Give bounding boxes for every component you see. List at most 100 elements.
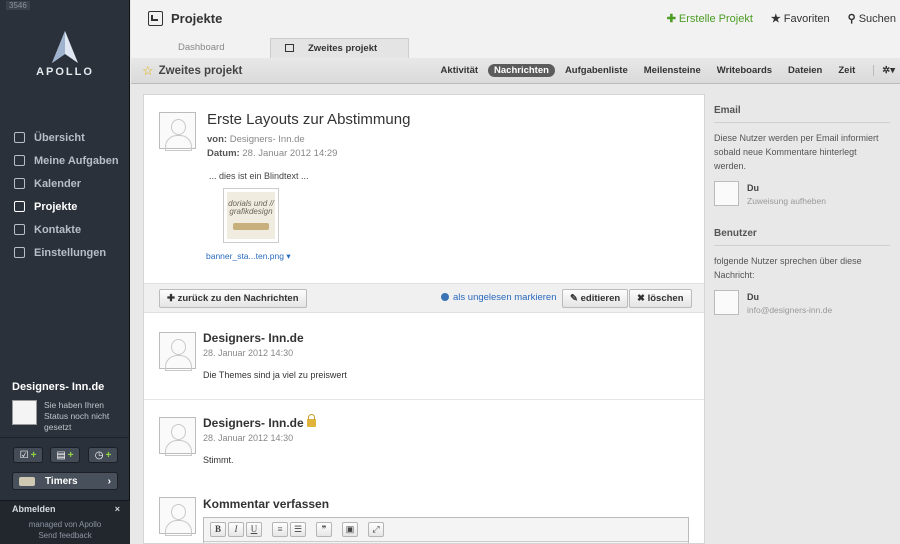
nav-writeboards[interactable]: Writeboards [717,65,772,76]
avatar [159,112,196,151]
project-nav: Aktivität Nachrichten Aufgabenliste Meil… [441,64,900,77]
nav-nachrichten[interactable]: Nachrichten [488,64,555,77]
ordered-list-icon[interactable]: ≡ [272,522,288,537]
chevron-down-icon: ▾ [286,251,291,261]
edit-label: editieren [580,293,621,304]
bullet-list-icon[interactable]: ☰ [290,522,306,537]
check-icon [14,155,25,166]
bold-button[interactable]: B [210,522,226,537]
star-icon[interactable]: ☆ [142,63,154,79]
nav-aufgabenliste[interactable]: Aufgabenliste [565,65,628,76]
delete-icon: ✖ [637,293,645,304]
topbar: Projekte ✚ Erstelle Projekt ★ Favoriten ⚲ S… [131,0,900,36]
settings-icon [14,247,25,258]
sidebar-item-einstellungen[interactable]: Einstellungen [14,241,119,264]
sidebar-item-label: Übersicht [34,131,85,144]
tab-label: Zweites projekt [308,43,378,54]
underline-button[interactable]: U [246,522,262,537]
participant-user: Du info@designers-inn.de [714,290,890,317]
message-panel: Erste Layouts zur Abstimmung von: Design… [143,94,705,544]
avatar [159,497,196,536]
nav-zeit[interactable]: Zeit [838,65,855,76]
comment-date: 28. Januar 2012 14:30 [203,348,294,358]
quote-icon[interactable]: ❞ [316,522,332,537]
gear-icon[interactable]: ✲▾ [873,65,895,76]
unassign-link[interactable]: Zuweisung aufheben [747,196,826,206]
comment-text: Die Themes sind ja viel zu preiswert [203,370,347,380]
sidebar-item-uebersicht[interactable]: Übersicht [14,126,119,149]
attachment-link[interactable]: banner_sta...ten.png ▾ [206,251,291,262]
logout-link[interactable]: Abmelden [12,504,56,514]
thumbnail-text: dorials und // grafikdesign [228,199,274,216]
comment: Designers- Inn.de 28. Januar 2012 14:30 … [144,315,704,400]
nav-aktivitaet[interactable]: Aktivität [441,65,478,76]
sidebar-item-projekte[interactable]: Projekte [14,195,119,218]
quick-add-task-button[interactable]: ☑ + [13,447,43,463]
contacts-icon [14,224,25,235]
avatar [714,290,739,315]
sidebar-item-kontakte[interactable]: Kontakte [14,218,119,241]
from-value: Designers- Inn.de [229,134,305,145]
mark-unread-link[interactable]: als ungelesen markieren [441,292,557,303]
sidebar: 3546 APOLLO Übersicht Meine Aufgaben Kal… [0,0,130,544]
page-title: Projekte [171,10,223,26]
quick-add-time-button[interactable]: ◷ + [88,447,118,463]
comment-author: Designers- Inn.de [203,414,316,430]
delete-button[interactable]: ✖ löschen [629,289,692,308]
comment-author-name: Designers- Inn.de [203,416,304,430]
participant-name: Du [747,292,759,302]
comment-author: Designers- Inn.de [203,331,304,345]
search-button[interactable]: ⚲ Suchen [848,12,896,25]
sidebar-footer: Abmelden × managed von Apollo Send feedb… [0,500,130,544]
overview-icon [14,132,25,143]
feedback-link[interactable]: Send feedback [0,530,130,541]
chevron-right-icon: › [107,475,111,487]
project-icon [285,44,294,52]
attachment-filename: banner_sta...ten.png [206,251,284,261]
timers-button[interactable]: Timers › [12,472,118,490]
project-subbar: ☆ Zweites projekt Aktivität Nachrichten … [131,58,900,84]
sidebar-user-name[interactable]: Designers- Inn.de [12,381,124,393]
italic-button[interactable]: I [228,522,244,537]
favorites-button[interactable]: ★ Favoriten [771,12,830,25]
tab-dashboard[interactable]: Dashboard [178,38,224,58]
date-value: 28. Januar 2012 14:29 [242,148,338,159]
nav-meilensteine[interactable]: Meilensteine [644,65,701,76]
back-label: zurück zu den Nachrichten [177,293,299,304]
divider [0,437,130,438]
calendar-icon [14,178,25,189]
search-label: Suchen [858,12,896,25]
avatar[interactable] [12,400,37,425]
email-heading: Email [714,105,890,123]
unread-label: als ungelesen markieren [453,292,557,303]
edit-button[interactable]: ✎ editieren [562,289,629,308]
tab-zweites-projekt[interactable]: Zweites projekt [270,38,409,58]
project-title: Zweites projekt [158,64,243,77]
sidebar-item-label: Meine Aufgaben [34,154,119,167]
star-icon: ★ [770,12,781,25]
fullscreen-icon[interactable]: ⤢ [368,522,384,537]
lock-icon [306,414,316,427]
sidebar-item-meine-aufgaben[interactable]: Meine Aufgaben [14,149,119,172]
favorites-label: Favoriten [783,12,830,25]
user-status-text[interactable]: Sie haben Ihren Status noch nicht gesetz… [44,400,124,433]
email-user-name: Du [747,183,759,193]
create-project-button[interactable]: ✚ Erstelle Projekt [667,12,753,25]
create-project-label: Erstelle Projekt [678,12,753,25]
quick-add-message-button[interactable]: ▤ + [50,447,80,463]
avatar [714,181,739,206]
clock-icon: ◷ [94,449,104,461]
logo[interactable]: APOLLO [0,30,130,90]
message-body: ... dies ist ein Blindtext ... [209,171,309,181]
nav-dateien[interactable]: Dateien [788,65,822,76]
participant-email[interactable]: info@designers-inn.de [747,305,832,315]
back-button[interactable]: ✚ zurück zu den Nachrichten [159,289,307,308]
sidebar-item-label: Kalender [34,177,82,190]
tab-bar: Dashboard Zweites projekt [131,36,900,58]
close-icon[interactable]: × [115,504,120,514]
build-number: 3546 [6,1,30,10]
attachment-thumbnail[interactable]: dorials und // grafikdesign [223,188,279,243]
image-icon[interactable]: ▣ [342,522,358,537]
sidebar-item-kalender[interactable]: Kalender [14,172,119,195]
comment-editor[interactable]: B I U ≡ ☰ ❞ ▣ ⤢ [203,517,689,543]
